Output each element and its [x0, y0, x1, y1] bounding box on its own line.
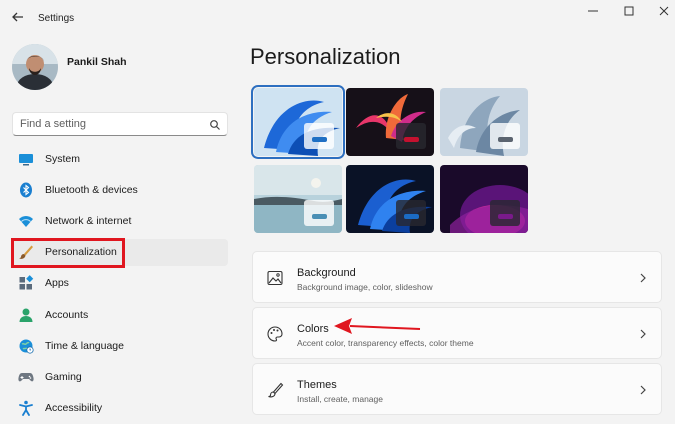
highlight-box: [11, 238, 125, 268]
card-subtitle: Accent color, transparency effects, colo…: [297, 338, 474, 348]
sidebar-item-label: Network & internet: [45, 215, 132, 227]
theme-preview-window: [304, 200, 334, 226]
search-input[interactable]: [20, 117, 200, 131]
background-card[interactable]: Background Background image, color, slid…: [252, 251, 662, 303]
close-icon[interactable]: [651, 5, 675, 21]
theme-preview-window: [304, 123, 334, 149]
colors-card[interactable]: Colors Accent color, transparency effect…: [252, 307, 662, 359]
sidebar-item-label: Accounts: [45, 309, 89, 321]
sidebar-item-apps[interactable]: Apps: [12, 270, 228, 297]
sidebar-item-network[interactable]: Network & internet: [12, 208, 228, 235]
theme-accent-bar: [498, 214, 513, 219]
sidebar-item-label: Time & language: [45, 340, 124, 352]
theme-accent-bar: [312, 137, 327, 142]
annotation-arrow-icon: [330, 316, 422, 338]
avatar[interactable]: [12, 44, 58, 90]
sidebar-item-time-language[interactable]: Time & language: [12, 333, 228, 360]
card-title: Colors: [297, 323, 329, 335]
maximize-icon[interactable]: [616, 5, 642, 21]
image-icon: [266, 269, 284, 287]
palette-icon: [266, 325, 284, 343]
theme-preview-window: [396, 123, 426, 149]
themes-card[interactable]: Themes Install, create, manage: [252, 363, 662, 415]
brush-icon: [266, 381, 284, 399]
theme-accent-bar: [404, 214, 419, 219]
page-title: Personalization: [250, 44, 401, 69]
theme-accent-bar: [312, 214, 327, 219]
sidebar-item-accessibility[interactable]: Accessibility: [12, 395, 228, 422]
search-icon[interactable]: [209, 118, 221, 130]
theme-preview-window: [396, 200, 426, 226]
card-subtitle: Background image, color, slideshow: [297, 282, 433, 292]
theme-thumbnail[interactable]: [254, 165, 342, 233]
sidebar-item-label: Gaming: [45, 371, 82, 383]
theme-thumbnail[interactable]: [440, 88, 528, 156]
theme-thumbnail[interactable]: [346, 88, 434, 156]
globe-clock-icon: [18, 338, 34, 354]
app-title: Settings: [38, 13, 75, 24]
wifi-icon: [18, 213, 34, 229]
monitor-icon: [18, 151, 34, 167]
minimize-icon[interactable]: [580, 5, 606, 21]
back-arrow-icon[interactable]: [8, 10, 28, 28]
sidebar-item-label: Accessibility: [45, 402, 103, 414]
title-bar: Settings: [0, 0, 675, 38]
theme-thumbnail[interactable]: [251, 85, 345, 159]
search-box[interactable]: [12, 112, 228, 136]
theme-thumbnail[interactable]: [346, 165, 434, 233]
user-name: Pankil Shah: [67, 56, 127, 68]
theme-accent-bar: [498, 137, 513, 142]
sidebar-item-label: Apps: [45, 277, 69, 289]
apps-icon: [18, 275, 34, 291]
card-title: Background: [297, 267, 356, 279]
sidebar-item-bluetooth[interactable]: Bluetooth & devices: [12, 177, 228, 204]
chevron-right-icon: [639, 271, 647, 283]
theme-preview-window: [490, 200, 520, 226]
theme-accent-bar: [404, 137, 419, 142]
theme-thumbnail[interactable]: [440, 165, 528, 233]
person-icon: [18, 307, 34, 323]
chevron-right-icon: [639, 383, 647, 395]
chevron-right-icon: [639, 327, 647, 339]
accessibility-icon: [18, 400, 34, 416]
bluetooth-icon: [18, 182, 34, 198]
theme-preview-window: [490, 123, 520, 149]
card-title: Themes: [297, 379, 337, 391]
sidebar-item-gaming[interactable]: Gaming: [12, 364, 228, 391]
gamepad-icon: [18, 369, 34, 385]
sidebar-item-label: Bluetooth & devices: [45, 184, 138, 196]
card-subtitle: Install, create, manage: [297, 394, 383, 404]
sidebar-item-label: System: [45, 153, 81, 165]
sidebar-item-system[interactable]: System: [12, 146, 228, 173]
sidebar-item-accounts[interactable]: Accounts: [12, 302, 228, 329]
